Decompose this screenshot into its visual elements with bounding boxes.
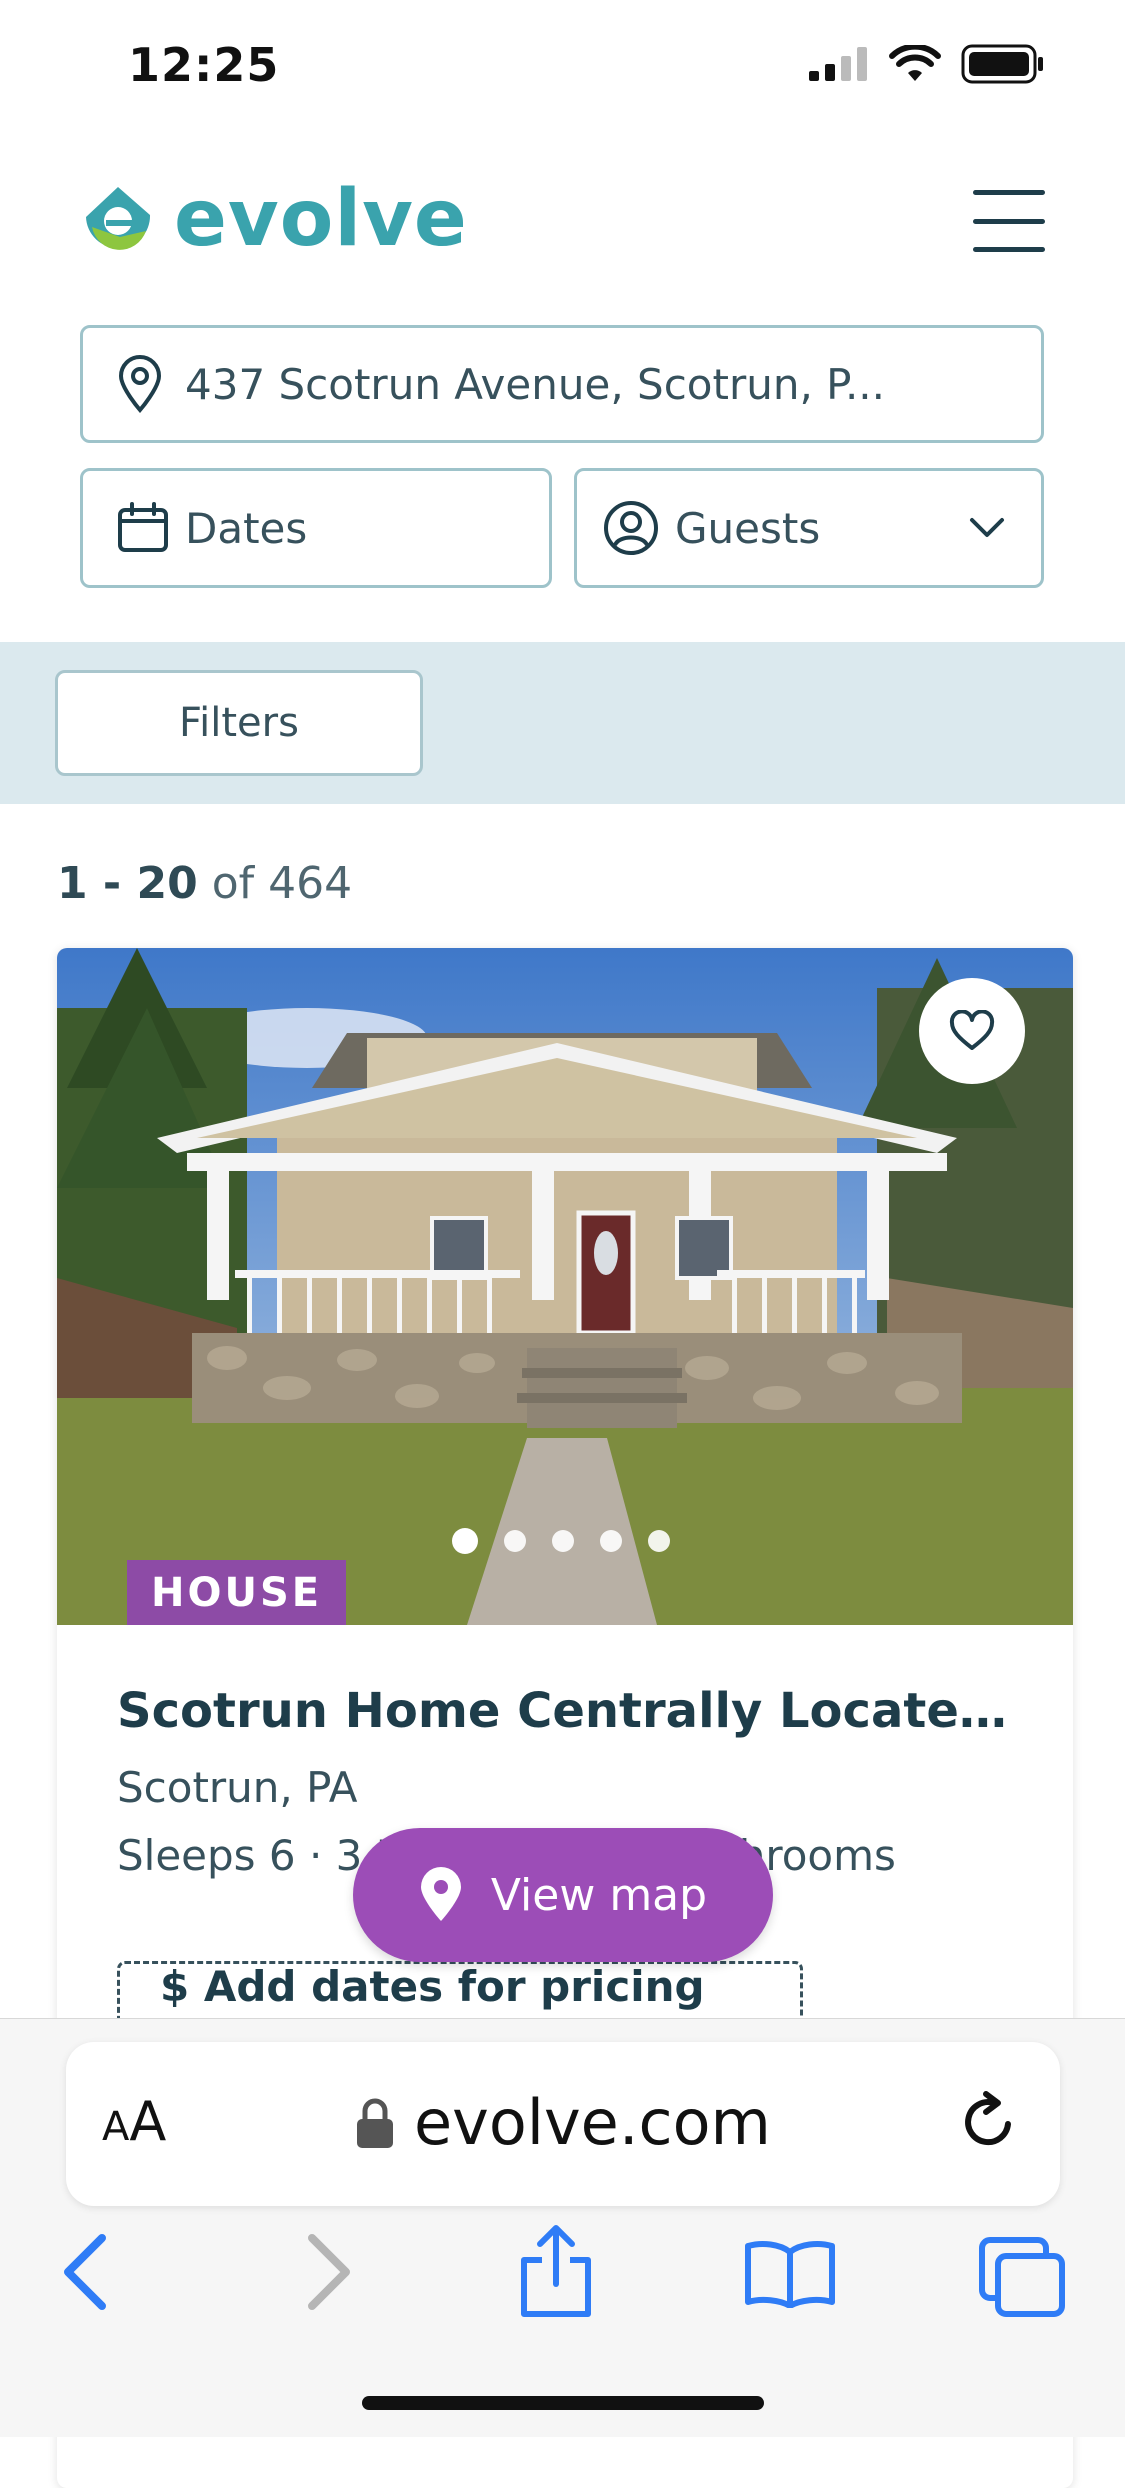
listing-location: Scotrun, PA [117,1763,358,1812]
evolve-logo[interactable]: evolve [80,180,468,258]
cellular-signal-icon [809,47,867,81]
bookmarks-icon[interactable] [744,2238,836,2308]
guests-placeholder: Guests [675,503,821,553]
brand-name: evolve [174,174,468,264]
back-icon[interactable] [58,2232,114,2312]
guests-select[interactable]: Guests [574,468,1044,588]
forward-icon[interactable] [300,2232,356,2312]
location-value: 437 Scotrun Avenue, Scotrun, P... [185,359,885,409]
url-display[interactable]: evolve.com [356,2086,771,2159]
chevron-down-icon [970,518,1004,537]
carousel-dot[interactable] [600,1530,622,1552]
results-total: of 464 [197,858,353,909]
status-icons [809,44,1045,84]
text-size-small: A [102,2104,130,2150]
text-size-label: A [129,2090,167,2153]
dates-placeholder: Dates [185,503,308,553]
lock-icon [357,2098,393,2148]
evolve-logo-icon [86,187,151,250]
view-map-label: View map [490,1869,708,1921]
reload-icon[interactable] [956,2090,1020,2154]
text-size-button[interactable]: AA [102,2090,166,2153]
favorite-button[interactable] [919,978,1025,1084]
listing-title[interactable]: Scotrun Home Centrally Located t... [117,1683,1037,1739]
carousel-dot[interactable] [452,1528,478,1554]
listing-photo[interactable]: HOUSE [57,948,1073,1625]
calendar-icon [118,502,168,552]
user-icon [604,501,658,555]
carousel-dot[interactable] [504,1530,526,1552]
home-indicator[interactable] [362,2396,764,2410]
dates-input[interactable]: Dates [80,468,552,588]
tabs-icon[interactable] [978,2236,1068,2320]
results-count: 1 - 20 of 464 [57,858,352,909]
carousel-dot[interactable] [648,1530,670,1552]
filters-button[interactable]: Filters [55,670,423,776]
battery-icon [961,44,1043,84]
map-pin-icon [420,1867,461,1921]
menu-icon [973,190,1045,195]
results-range: 1 - 20 [57,858,198,909]
house-photo-illustration [57,948,1073,1625]
property-type-badge: HOUSE [127,1560,347,1625]
view-map-button[interactable]: View map [353,1828,773,1962]
photo-carousel-dots[interactable] [452,1528,670,1554]
wifi-icon [889,45,941,81]
share-icon[interactable] [516,2224,596,2320]
url-text: evolve.com [414,2086,771,2159]
status-time: 12:25 [128,38,280,92]
map-pin-icon [118,355,162,413]
menu-button[interactable] [973,190,1045,252]
heart-icon [949,1010,995,1050]
location-input[interactable]: 437 Scotrun Avenue, Scotrun, P... [80,325,1044,443]
carousel-dot[interactable] [552,1530,574,1552]
